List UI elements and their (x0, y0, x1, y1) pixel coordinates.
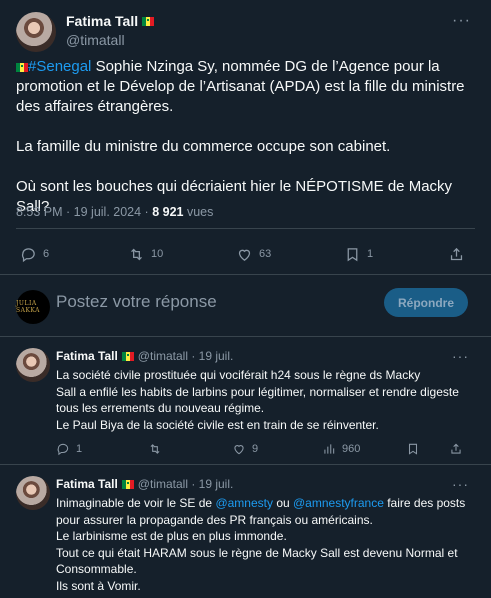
text-segment: ou (272, 496, 293, 510)
text-segment: faire des posts (383, 496, 466, 510)
reply-text: Inimaginable de voir le SE de @amnesty o… (56, 495, 476, 594)
repost-icon (150, 444, 160, 454)
bookmark-icon (408, 443, 418, 455)
repost-button[interactable]: 10 (128, 246, 163, 263)
bookmark-button[interactable]: 1 (344, 246, 373, 263)
reply-button[interactable]: 6 (20, 246, 49, 263)
bookmark-button[interactable] (406, 442, 420, 456)
views-count: 960 (342, 443, 361, 455)
more-options-icon[interactable]: ··· (452, 348, 469, 364)
reply-line: Le Paul Biya de la société civile est en… (56, 417, 379, 432)
reply-line: Tout ce qui était HARAM sous le règne de… (56, 545, 458, 560)
reply-line: Consommable. (56, 562, 137, 576)
reply-line: La société civile prostituée qui vocifér… (56, 368, 421, 382)
hashtag-link[interactable]: #Senegal (28, 58, 91, 75)
like-icon (238, 249, 251, 261)
reply-tweet[interactable]: Fatima Tall @timatall · 19 juil. ··· La … (0, 340, 491, 460)
author-row: Fatima Tall (66, 13, 155, 29)
author-row: Fatima Tall @timatall · 19 juil. (56, 477, 233, 491)
divider (0, 336, 491, 337)
author-row: Fatima Tall @timatall · 19 juil. (56, 349, 233, 363)
author-handle-date[interactable]: @timatall · 19 juil. (138, 349, 234, 363)
share-icon (451, 443, 461, 454)
avatar[interactable] (16, 348, 50, 382)
views-icon (324, 444, 335, 454)
reply-count: 6 (43, 248, 50, 260)
reply-button[interactable]: 1 (56, 442, 82, 456)
mention-link[interactable]: @amnestyfrance (293, 496, 384, 510)
tweet-paragraph-2: La famille du ministre du commerce occup… (16, 138, 391, 155)
like-count: 63 (259, 248, 272, 260)
like-button[interactable]: 63 (236, 246, 271, 263)
reply-line: tous les errements du nouveau régime. (56, 401, 265, 415)
senegal-flag-icon (121, 351, 134, 361)
reply-actions: 1 9 960 (56, 441, 473, 457)
reply-tweet[interactable]: Fatima Tall @timatall · 19 juil. ··· Ini… (0, 468, 491, 598)
like-count: 9 (252, 443, 259, 455)
senegal-flag-icon (121, 479, 134, 489)
share-button[interactable] (448, 246, 465, 263)
repost-count: 10 (151, 248, 164, 260)
avatar[interactable] (16, 12, 56, 52)
views-button[interactable]: 960 (322, 442, 360, 456)
bookmark-icon (347, 247, 358, 261)
views-label: vues (183, 205, 214, 219)
reply-count: 1 (76, 443, 83, 455)
reply-line: pour assurer la propagande des PR frança… (56, 512, 373, 527)
tweet-meta: 8:53 PM · 19 juil. 2024 · 8 921 vues (16, 205, 213, 219)
share-icon (450, 247, 463, 260)
views-count: 8 921 (152, 205, 184, 219)
reply-submit-button[interactable]: Répondre (384, 288, 468, 317)
reply-icon (57, 443, 69, 456)
author-handle-date[interactable]: @timatall · 19 juil. (138, 477, 234, 491)
author-name[interactable]: Fatima Tall (56, 477, 118, 491)
divider (16, 228, 475, 229)
tweet-actions: 6 10 63 1 (16, 244, 475, 264)
author-handle[interactable]: @timatall (66, 32, 125, 48)
repost-button[interactable] (148, 442, 162, 456)
senegal-flag-icon (142, 16, 155, 26)
mention-link[interactable]: @amnesty (215, 496, 273, 510)
divider (0, 274, 491, 275)
reply-line: Le larbinisme est de plus en plus immond… (56, 529, 287, 543)
text-segment: Inimaginable de voir le SE de (56, 496, 216, 510)
author-name[interactable]: Fatima Tall (66, 13, 138, 29)
reply-text: La société civile prostituée qui vocifér… (56, 367, 476, 433)
divider (0, 464, 491, 465)
like-icon (234, 445, 244, 455)
reply-line: Ils sont à Vomir. (56, 578, 141, 593)
reply-input[interactable]: Postez votre réponse (56, 292, 217, 312)
reply-composer: JULIA SAKKA Postez votre réponse Répondr… (0, 280, 491, 338)
more-options-icon[interactable]: ··· (452, 12, 471, 30)
tweet-timestamp[interactable]: 8:53 PM · 19 juil. 2024 · (16, 205, 152, 219)
reply-icon (21, 247, 35, 262)
avatar[interactable] (16, 476, 50, 510)
more-options-icon[interactable]: ··· (452, 476, 469, 492)
author-name[interactable]: Fatima Tall (56, 349, 118, 363)
reply-line: Sall a enfilé les habits de larbins pour… (56, 384, 459, 399)
share-button[interactable] (449, 442, 463, 456)
repost-icon (131, 248, 142, 260)
user-avatar[interactable]: JULIA SAKKA (16, 290, 50, 324)
reply-line: Inimaginable de voir le SE de @amnesty o… (56, 495, 476, 512)
bookmark-count: 1 (367, 248, 374, 260)
senegal-flag-icon (16, 63, 28, 72)
like-button[interactable]: 9 (232, 442, 258, 456)
